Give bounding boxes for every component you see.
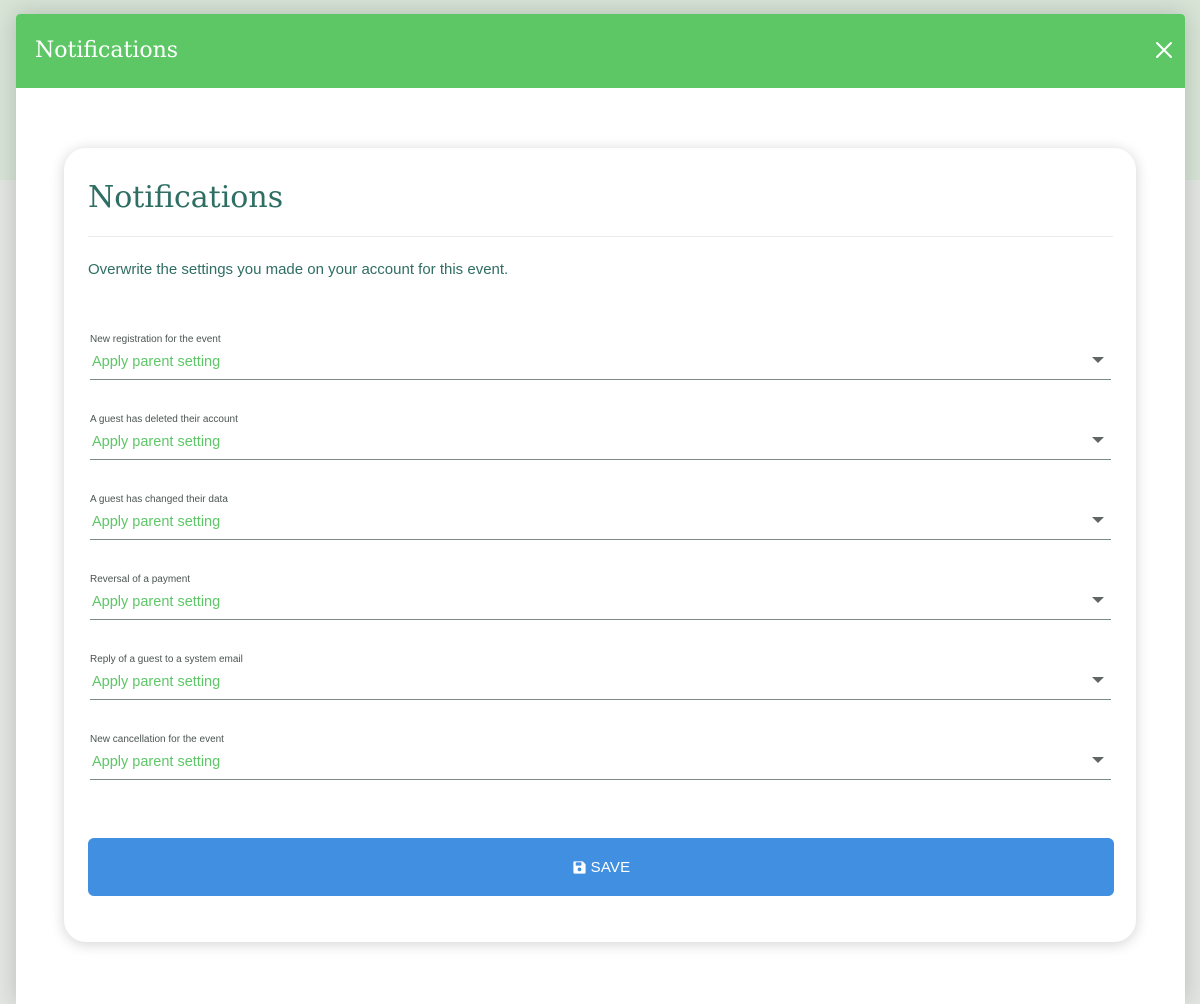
select-guest-deleted-account[interactable]: A guest has deleted their account Apply … xyxy=(90,414,1111,460)
card-divider xyxy=(88,236,1113,237)
close-icon xyxy=(1156,42,1172,58)
save-button[interactable]: SAVE xyxy=(88,838,1114,896)
notification-settings-list: New registration for the event Apply par… xyxy=(90,334,1111,814)
floppy-disk-icon xyxy=(573,860,586,874)
notifications-card: Notifications Overwrite the settings you… xyxy=(64,148,1136,942)
dropdown-arrow-icon xyxy=(1092,357,1104,363)
field-value: Apply parent setting xyxy=(92,594,221,610)
select-guest-changed-data[interactable]: A guest has changed their data Apply par… xyxy=(90,494,1111,540)
field-label: Reply of a guest to a system email xyxy=(90,654,243,665)
dropdown-arrow-icon xyxy=(1092,677,1104,683)
dropdown-arrow-icon xyxy=(1092,757,1104,763)
notifications-modal: Notifications Notifications Overwrite th… xyxy=(16,14,1185,1004)
field-value: Apply parent setting xyxy=(92,514,221,530)
dropdown-arrow-icon xyxy=(1092,597,1104,603)
field-label: New cancellation for the event xyxy=(90,734,224,745)
dropdown-arrow-icon xyxy=(1092,437,1104,443)
field-value: Apply parent setting xyxy=(92,754,221,770)
field-label: A guest has changed their data xyxy=(90,494,228,505)
select-payment-reversal[interactable]: Reversal of a payment Apply parent setti… xyxy=(90,574,1111,620)
select-guest-reply-system-email[interactable]: Reply of a guest to a system email Apply… xyxy=(90,654,1111,700)
modal-title: Notifications xyxy=(35,38,179,63)
field-label: New registration for the event xyxy=(90,334,221,345)
card-description: Overwrite the settings you made on your … xyxy=(88,261,509,278)
select-new-cancellation[interactable]: New cancellation for the event Apply par… xyxy=(90,734,1111,780)
field-label: Reversal of a payment xyxy=(90,574,191,585)
field-label: A guest has deleted their account xyxy=(90,414,238,425)
select-new-registration[interactable]: New registration for the event Apply par… xyxy=(90,334,1111,380)
dropdown-arrow-icon xyxy=(1092,517,1104,523)
modal-header: Notifications xyxy=(16,14,1185,88)
card-title: Notifications xyxy=(88,180,284,215)
field-value: Apply parent setting xyxy=(92,354,221,370)
close-button[interactable] xyxy=(1151,37,1177,63)
field-value: Apply parent setting xyxy=(92,674,221,690)
field-value: Apply parent setting xyxy=(92,434,221,450)
save-button-label: SAVE xyxy=(590,858,631,876)
